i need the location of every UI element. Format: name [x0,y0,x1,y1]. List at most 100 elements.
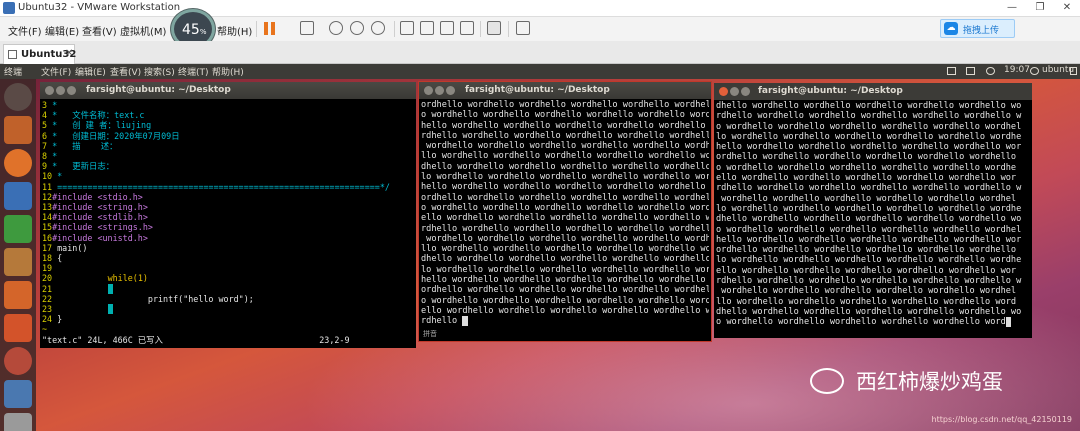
minimize-icon[interactable] [435,86,444,95]
system-settings-icon[interactable] [4,347,32,375]
volume-icon[interactable] [986,67,995,75]
output-line: lo wordhello wordhello wordhello wordhel… [716,131,1022,142]
terminal-title: farsight@ubuntu: ~/Desktop [465,85,610,95]
maximize-icon[interactable] [446,86,455,95]
toolbar-separator [508,21,509,37]
output-line: rdhello wordhello wordhello wordhello wo… [716,183,1022,194]
output-line: o wordhello wordhello wordhello wordhell… [716,224,1022,235]
upload-label: 拖拽上传 [963,26,1000,36]
impress-icon[interactable] [4,248,32,276]
output-line: ello wordhello wordhello wordhello wordh… [716,173,1017,184]
output-line: rdhello wordhello wordhello wordhello wo… [421,130,709,141]
close-icon[interactable] [424,86,433,95]
output-line: wordhello wordhello wordhello wordhello … [716,286,1017,297]
revert-snapshot-icon[interactable] [350,21,364,35]
console-icon[interactable] [487,21,501,35]
tab-close-icon[interactable]: ✕ [65,48,73,59]
upload-button[interactable]: ☁ 拖拽上传 [940,19,1015,38]
fullscreen-icon[interactable] [440,21,454,35]
console-view-icon[interactable] [420,21,434,35]
keyboard-icon[interactable] [966,67,975,75]
output-line: hello wordhello wordhello wordhello word… [421,275,709,286]
menu-vm[interactable]: 虚拟机(M) [120,23,166,38]
text-cursor [1005,317,1011,328]
vim-editor[interactable]: 3 * 4 * 文件名称：text.c 5 * 创 建 者：liujing 6 … [42,100,414,346]
code-line: 12#include <stdio.h> [42,191,143,202]
snapshot-manager-icon[interactable] [371,21,385,35]
terminal-window-vim[interactable]: farsight@ubuntu: ~/Desktop 3 * 4 * 文件名称：… [40,82,416,348]
menu-view[interactable]: 查看(V) [82,23,117,38]
ime-indicator: 拼音 [423,329,437,338]
power-icon[interactable] [1070,67,1077,75]
vmware-tab-bar: Ubuntu32 ✕ [0,41,1080,64]
files-icon[interactable] [4,116,32,144]
menu-file[interactable]: 文件(F) [8,23,42,38]
output-line: hello wordhello wordhello wordhello word… [421,182,709,193]
terminal-menu-view[interactable]: 查看(V) [110,65,141,78]
terminal-titlebar[interactable]: farsight@ubuntu: ~/Desktop [419,82,711,99]
terminal-menu-help[interactable]: 帮助(H) [212,65,244,78]
sidebar-view-icon[interactable] [400,21,414,35]
terminal-window-output-2[interactable]: farsight@ubuntu: ~/Desktop dhello wordhe… [714,83,1032,338]
close-button[interactable]: ✕ [1055,0,1079,17]
terminal-output[interactable]: dhello wordhello wordhello wordhello wor… [716,101,1030,336]
terminal-title: farsight@ubuntu: ~/Desktop [758,86,903,96]
tab-ubuntu32[interactable]: Ubuntu32 ✕ [3,44,76,64]
firefox-icon[interactable] [4,149,32,177]
ubuntu-top-panel: 终端 文件(F) 编辑(E) 查看(V) 搜索(S) 终端(T) 帮助(H) 1… [0,64,1080,79]
help-icon[interactable] [4,413,32,431]
menu-help[interactable]: 帮助(H) [217,23,252,38]
clock[interactable]: 19:07 [1004,65,1030,75]
mail-icon[interactable] [947,67,956,75]
maximize-icon[interactable] [67,86,76,95]
close-icon[interactable] [45,86,54,95]
workspace-switcher-icon[interactable] [4,380,32,408]
terminal-title: farsight@ubuntu: ~/Desktop [86,85,231,95]
code-line: 10 * [42,171,63,182]
terminal-titlebar[interactable]: farsight@ubuntu: ~/Desktop [714,83,1032,100]
output-line: o wordhello wordhello wordhello wordhell… [421,110,709,121]
terminal-menu-edit[interactable]: 编辑(E) [75,65,106,78]
restore-button[interactable]: ❐ [1028,0,1052,17]
terminal-menu-terminal[interactable]: 终端(T) [178,65,209,78]
output-line: ello wordhello wordhello wordhello wordh… [716,265,1017,276]
performance-value: 45% [182,22,207,38]
calc-icon[interactable] [4,215,32,243]
code-line: 23 [42,304,113,315]
output-line: rdhello wordhello wordhello wordhello wo… [716,276,1022,287]
watermark-text: 西红柿爆炒鸡蛋 [856,370,1003,394]
close-icon[interactable] [719,87,728,96]
snapshot-icon[interactable] [329,21,343,35]
wechat-icon [810,368,844,394]
terminal-window-output-1[interactable]: farsight@ubuntu: ~/Desktop ordhello word… [418,81,712,342]
cloud-icon: ☁ [944,22,958,35]
terminal-titlebar[interactable]: farsight@ubuntu: ~/Desktop [40,82,416,99]
terminal-output[interactable]: ordhello wordhello wordhello wordhello w… [421,100,709,339]
output-line: hello wordhello wordhello wordhello word… [421,120,709,131]
terminal-menu-search[interactable]: 搜索(S) [144,65,175,78]
vmware-title-bar: Ubuntu32 - VMware Workstation — ❐ ✕ [0,0,1080,17]
ubuntu-one-icon[interactable] [4,314,32,342]
writer-icon[interactable] [4,182,32,210]
output-line: dhello wordhello wordhello wordhello wor… [421,161,709,172]
code-line: 5 * 创 建 者：liujing [42,120,152,131]
output-line: rdhello wordhello wordhello wordhello wo… [421,223,709,234]
vm-icon [8,50,17,59]
output-line: lo wordhello wordhello wordhello wordhel… [716,255,1022,266]
code-line: 19 [42,263,53,274]
menu-edit[interactable]: 编辑(E) [45,23,79,38]
code-line: 4 * 文件名称：text.c [42,110,145,121]
minimize-icon[interactable] [730,87,739,96]
stretch-icon[interactable] [516,21,530,35]
minimize-icon[interactable] [56,86,65,95]
maximize-icon[interactable] [741,87,750,96]
terminal-menu-file[interactable]: 文件(F) [41,65,71,78]
minimize-button[interactable]: — [1000,0,1024,17]
software-center-icon[interactable] [4,281,32,309]
output-line: dhello wordhello wordhello wordhello wor… [421,254,709,265]
dash-home-icon[interactable] [4,83,32,111]
unity-icon[interactable] [460,21,474,35]
pause-button[interactable] [264,22,276,35]
send-keys-icon[interactable] [300,21,314,35]
code-line: 8 * [42,151,58,162]
